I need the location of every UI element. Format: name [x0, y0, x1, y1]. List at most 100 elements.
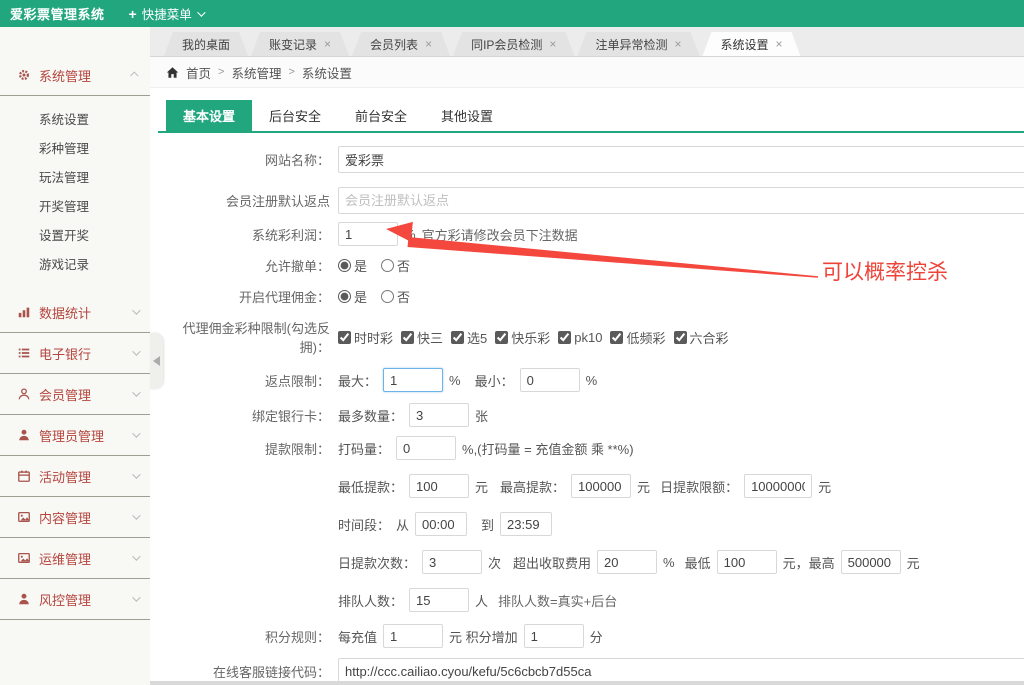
- checkbox[interactable]: [401, 331, 414, 344]
- check-shishicai[interactable]: 时时彩: [338, 328, 393, 347]
- close-icon[interactable]: ×: [324, 38, 331, 50]
- fee-max-input[interactable]: [841, 550, 901, 574]
- fee-label: 超出收取费用: [513, 553, 591, 572]
- check-kuaisan[interactable]: 快三: [401, 328, 443, 347]
- settings-subtabs: 基本设置 后台安全 前台安全 其他设置: [158, 100, 1024, 133]
- min-withdraw-input[interactable]: [409, 474, 469, 498]
- image-icon: [17, 551, 31, 565]
- dama-input[interactable]: [396, 436, 456, 460]
- sidebar-item-data-stats[interactable]: 数据统计: [0, 292, 150, 333]
- tab-member-list[interactable]: 会员列表 ×: [352, 32, 450, 56]
- rebate-max-input[interactable]: [383, 368, 443, 392]
- sidebar-item-member-mgmt[interactable]: 会员管理: [0, 374, 150, 415]
- checkbox[interactable]: [451, 331, 464, 344]
- radio-no[interactable]: [381, 259, 394, 272]
- points-add-input[interactable]: [524, 624, 584, 648]
- bank-card-qty-input[interactable]: [409, 403, 469, 427]
- checkbox[interactable]: [338, 331, 351, 344]
- chevron-down-icon: [132, 552, 140, 560]
- allow-cancel-no[interactable]: 否: [381, 256, 410, 275]
- sidebar-item-content-mgmt[interactable]: 内容管理: [0, 497, 150, 538]
- radio-yes[interactable]: [338, 290, 351, 303]
- fee-input[interactable]: [597, 550, 657, 574]
- daily-times-input[interactable]: [422, 550, 482, 574]
- sidebar-item-system-mgmt[interactable]: 系统管理: [0, 55, 150, 96]
- sys-profit-input[interactable]: [338, 222, 398, 246]
- sidebar-subitem-set-draw[interactable]: 设置开奖: [0, 220, 150, 249]
- allow-cancel-yes[interactable]: 是: [338, 256, 367, 275]
- checkbox[interactable]: [558, 331, 571, 344]
- sidebar-subitem-play-mgmt[interactable]: 玩法管理: [0, 162, 150, 191]
- dama-suffix: %,(打码量 = 充值金额 乘 **%): [462, 439, 634, 458]
- check-kuailecai[interactable]: 快乐彩: [495, 328, 550, 347]
- chevron-down-icon: [132, 388, 140, 396]
- sidebar-item-admin-mgmt[interactable]: 管理员管理: [0, 415, 150, 456]
- radio-no[interactable]: [381, 290, 394, 303]
- rebate-min-input[interactable]: [520, 368, 580, 392]
- sidebar-subitem-draw-mgmt[interactable]: 开奖管理: [0, 191, 150, 220]
- sidebar-item-activity-mgmt[interactable]: 活动管理: [0, 456, 150, 497]
- tab-bet-anomaly-check[interactable]: 注单异常检测 ×: [577, 32, 699, 56]
- quick-menu-button[interactable]: + 快捷菜单: [119, 0, 213, 27]
- app-title: 爱彩票管理系统: [0, 4, 119, 23]
- checkbox[interactable]: [674, 331, 687, 344]
- checkbox[interactable]: [495, 331, 508, 344]
- radio-label: 是: [354, 256, 367, 275]
- points-per-input[interactable]: [383, 624, 443, 648]
- daily-limit-label: 日提款限额：: [660, 477, 738, 496]
- tab-system-settings[interactable]: 系统设置 ×: [702, 32, 800, 56]
- reg-rebate-input[interactable]: [338, 187, 1024, 214]
- agent-comm-no[interactable]: 否: [381, 287, 410, 306]
- subtab-frontend-security[interactable]: 前台安全: [338, 100, 424, 131]
- agent-comm-yes[interactable]: 是: [338, 287, 367, 306]
- subtab-basic-settings[interactable]: 基本设置: [166, 100, 252, 131]
- close-icon[interactable]: ×: [425, 38, 432, 50]
- close-icon[interactable]: ×: [775, 38, 782, 50]
- queue-input[interactable]: [409, 588, 469, 612]
- tab-my-desktop[interactable]: 我的桌面: [164, 32, 248, 56]
- queue-label: 排队人数：: [338, 591, 403, 610]
- check-dipincai[interactable]: 低频彩: [610, 328, 665, 347]
- breadcrumb-level2[interactable]: 系统设置: [302, 63, 352, 82]
- max-withdraw-label: 最高提款：: [500, 477, 565, 496]
- tab-same-ip-check[interactable]: 同IP会员检测 ×: [453, 32, 574, 56]
- check-liuhecai[interactable]: 六合彩: [674, 328, 729, 347]
- breadcrumb-home[interactable]: 首页: [186, 63, 211, 82]
- breadcrumb-level1[interactable]: 系统管理: [231, 63, 281, 82]
- sidebar-item-risk-mgmt[interactable]: 风控管理: [0, 579, 150, 620]
- time-from-input[interactable]: [415, 512, 467, 536]
- daily-limit-input[interactable]: [744, 474, 812, 498]
- check-pk10[interactable]: pk10: [558, 330, 602, 345]
- check-xuan5[interactable]: 选5: [451, 328, 487, 347]
- bottom-strip: [150, 681, 1024, 685]
- max-withdraw-input[interactable]: [571, 474, 631, 498]
- queue-hint: 排队人数=真实+后台: [498, 591, 617, 610]
- fee-min-input[interactable]: [717, 550, 777, 574]
- close-icon[interactable]: ×: [674, 38, 681, 50]
- sidebar-item-ops-mgmt[interactable]: 运维管理: [0, 538, 150, 579]
- sidebar-item-label: 电子银行: [39, 344, 132, 363]
- qty-label: 最多数量：: [338, 406, 403, 425]
- checkbox[interactable]: [610, 331, 623, 344]
- close-icon[interactable]: ×: [549, 38, 556, 50]
- sidebar-subitem-system-settings[interactable]: 系统设置: [0, 104, 150, 133]
- checkbox-label: 时时彩: [354, 328, 393, 347]
- sidebar-subitem-lottery-mgmt[interactable]: 彩种管理: [0, 133, 150, 162]
- sys-profit-hint: 官方彩请修改会员下注数据: [422, 225, 578, 244]
- radio-label: 否: [397, 287, 410, 306]
- user-filled-icon: [17, 428, 31, 442]
- tab-account-changes[interactable]: 账变记录 ×: [251, 32, 349, 56]
- points-end-label: 分: [590, 627, 603, 646]
- sidebar-item-label: 风控管理: [39, 590, 132, 609]
- radio-yes[interactable]: [338, 259, 351, 272]
- time-to-input[interactable]: [500, 512, 552, 536]
- unit: 元: [637, 477, 650, 496]
- sidebar-collapse-handle[interactable]: [150, 333, 163, 389]
- subtab-backend-security[interactable]: 后台安全: [252, 100, 338, 131]
- sidebar-subitem-game-records[interactable]: 游戏记录: [0, 249, 150, 278]
- sidebar-item-e-bank[interactable]: 电子银行: [0, 333, 150, 374]
- bar-chart-icon: [17, 305, 31, 319]
- subtab-other-settings[interactable]: 其他设置: [424, 100, 510, 131]
- percent-unit: %: [404, 227, 416, 242]
- site-name-input[interactable]: [338, 146, 1024, 173]
